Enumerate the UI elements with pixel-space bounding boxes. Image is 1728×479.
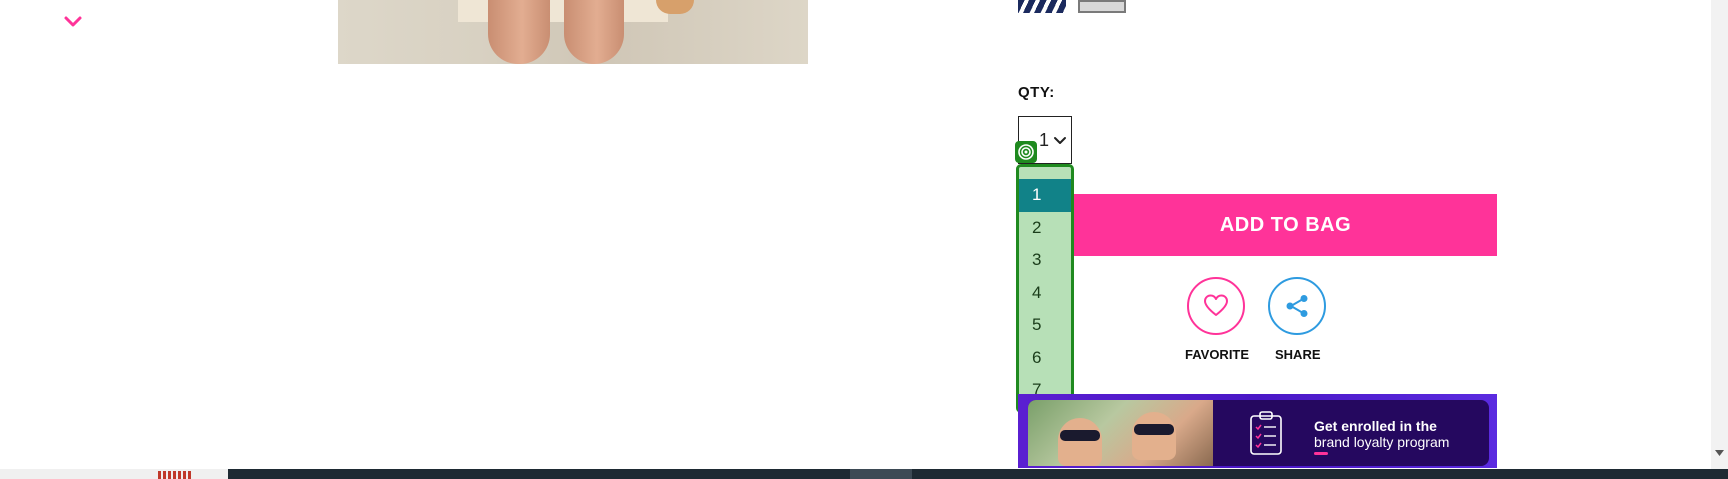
favorite-button[interactable] <box>1187 277 1245 335</box>
color-swatch-navy-stripe[interactable] <box>1018 0 1066 13</box>
clipboard-checklist-icon <box>1250 411 1282 455</box>
bag-image <box>656 0 694 14</box>
qty-option[interactable]: 3 <box>1019 244 1071 277</box>
vertical-scrollbar[interactable] <box>1711 0 1728 470</box>
promo-title: Get enrolled in the <box>1314 418 1437 434</box>
share-label: SHARE <box>1275 347 1321 362</box>
qty-option[interactable]: 6 <box>1019 342 1071 375</box>
qty-label: QTY: <box>1018 84 1055 101</box>
qty-option[interactable]: 4 <box>1019 277 1071 310</box>
promo-photo <box>1028 400 1213 466</box>
target-icon <box>1015 141 1037 163</box>
taskbar-app-icon[interactable] <box>158 471 192 479</box>
product-image <box>338 0 808 64</box>
share-button[interactable] <box>1268 277 1326 335</box>
favorite-label: FAVORITE <box>1185 347 1250 362</box>
share-icon <box>1286 295 1308 317</box>
taskbar-active-item[interactable] <box>850 469 912 479</box>
chevron-down-icon <box>1054 137 1066 144</box>
promo-underline <box>1314 452 1328 455</box>
qty-option[interactable]: 5 <box>1019 309 1071 342</box>
product-page: QTY: 1 1 2 3 4 5 6 7 ADD TO BAG FAVORITE <box>0 0 1728 479</box>
promo-subtitle: brand loyalty program <box>1314 434 1450 450</box>
qty-option[interactable]: 1 <box>1019 179 1071 212</box>
scroll-down-arrow-icon[interactable] <box>1715 450 1724 456</box>
heart-icon <box>1204 294 1228 316</box>
add-to-bag-button[interactable]: ADD TO BAG <box>1074 194 1497 256</box>
qty-dropdown-list: 1 2 3 4 5 6 7 <box>1016 164 1074 413</box>
color-swatch-stone[interactable] <box>1078 0 1126 13</box>
chevron-down-icon[interactable] <box>63 12 83 32</box>
qty-option[interactable]: 2 <box>1019 212 1071 245</box>
taskbar <box>0 469 1728 479</box>
qty-select-value: 1 <box>1039 130 1050 150</box>
